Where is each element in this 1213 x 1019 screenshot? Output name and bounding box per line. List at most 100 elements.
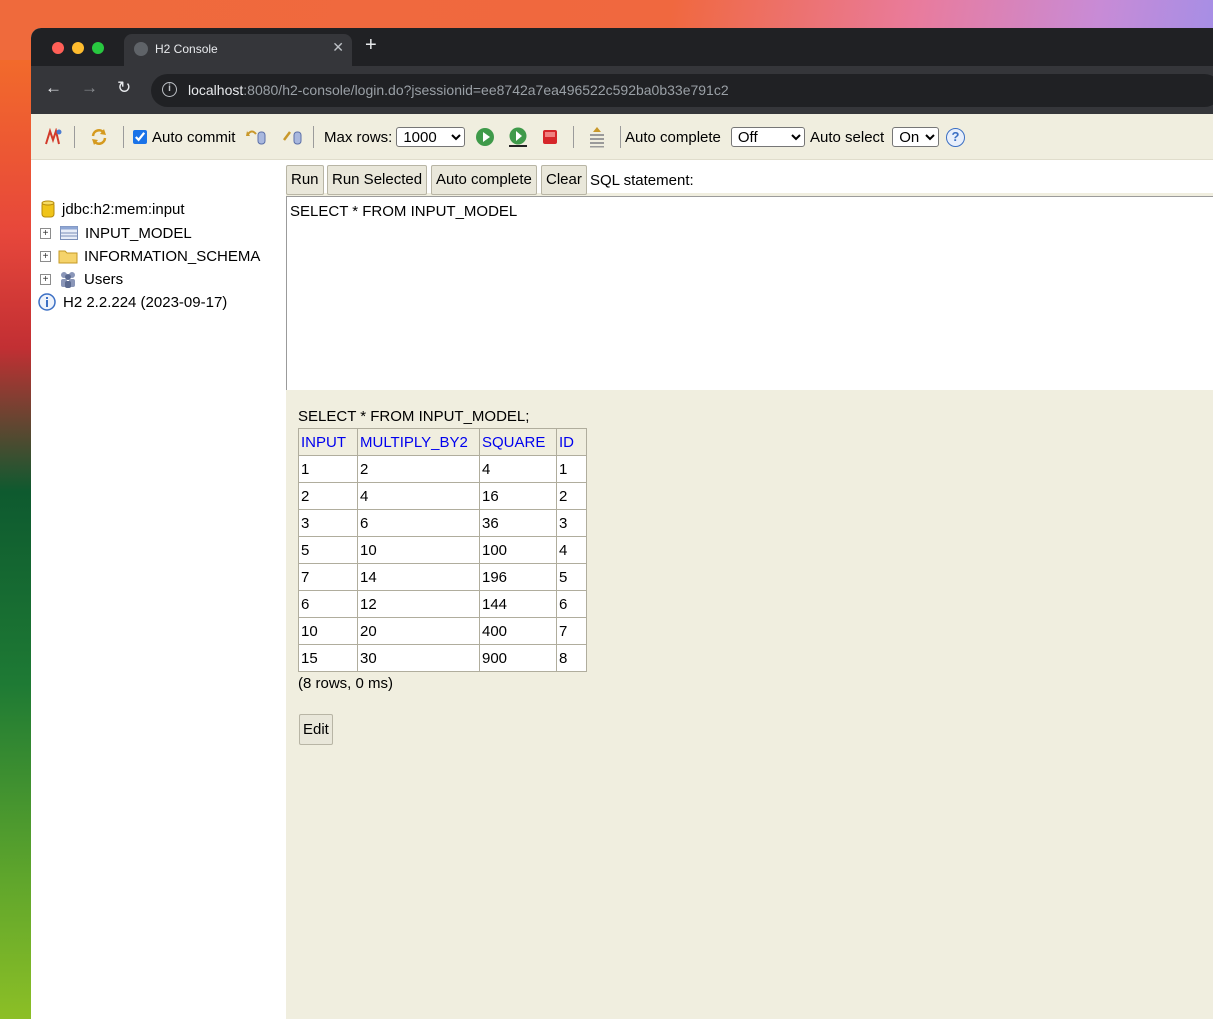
auto-select-select[interactable]: On [892,127,940,147]
run-selected-icon[interactable] [507,114,529,160]
h2-toolbar: Auto commit Max rows: 1000 Auto complete… [31,114,1213,160]
url-text[interactable]: localhost:8080/h2-console/login.do?jsess… [188,82,729,98]
run-button[interactable]: Run [286,165,324,195]
auto-select-label: Auto select [810,128,885,146]
tab-bar: H2 Console ✕ + [31,28,1213,66]
disconnect-icon[interactable] [43,114,63,160]
auto-complete-button[interactable]: Auto complete [431,165,537,195]
users-icon [61,272,75,288]
help-icon[interactable]: ? [946,114,965,160]
back-button[interactable]: ← [45,78,62,98]
expand-icon[interactable]: + [40,227,51,239]
auto-complete-select[interactable]: Off [730,127,805,147]
rollback-icon[interactable] [246,114,268,160]
result-table: INPUT MULTIPLY_BY2 SQUARE ID 1241 2 4 16 2 … [298,428,587,672]
table-cell: 7 [298,563,358,591]
executed-query: SELECT * FROM INPUT_MODEL; [298,408,530,425]
table-cell: 100 [479,536,557,564]
tree-version: H2 2.2.224 (2023-09-17) [38,291,227,313]
version-label: H2 2.2.224 (2023-09-17) [63,293,228,311]
globe-icon [134,42,148,56]
info-icon [38,293,56,311]
table-cell: 4 [357,482,480,510]
max-rows-select[interactable]: 1000 [396,127,466,147]
table-cell: 12 [357,590,480,618]
commit-icon[interactable] [282,114,304,160]
run-selected-button[interactable]: Run Selected [327,165,428,195]
table-cell: 196 [479,563,557,591]
tree-item-information-schema[interactable]: + INFORMATION_SCHEMA [40,245,260,267]
minimize-window-button[interactable] [72,42,84,54]
history-icon[interactable] [588,114,606,160]
main-panel: Run Run Selected Auto complete Clear SQL… [286,160,1213,1019]
address-bar[interactable]: i localhost:8080/h2-console/login.do?jse… [151,74,1213,107]
table-cell: 4 [556,536,587,564]
table-row: 2 4 16 2 [298,482,587,510]
sql-editor[interactable]: SELECT * FROM INPUT_MODEL [286,196,1213,390]
table-cell: 15 [298,644,358,672]
zoom-window-button[interactable] [92,42,104,54]
results-area: SELECT * FROM INPUT_MODEL; INPUT MULTIPL… [298,408,587,692]
table-cell: 10 [298,617,358,645]
desktop-wallpaper-left [0,60,32,1019]
table-cell: 5 [298,536,358,564]
tree-item-label: INFORMATION_SCHEMA [84,247,261,265]
tree-connection[interactable]: jdbc:h2:mem:input [41,198,185,220]
max-rows-label: Max rows: [324,128,393,146]
connection-label: jdbc:h2:mem:input [62,200,185,218]
table-cell: 14 [357,563,480,591]
table-cell: 1 [556,455,587,483]
table-row: 6 12 144 6 [298,590,587,618]
new-tab-button[interactable]: + [365,34,377,57]
table-row: 15 30 900 8 [298,644,587,672]
table-cell: 20 [357,617,480,645]
table-cell: 7 [556,617,587,645]
table-cell: 3 [556,509,587,537]
edit-button[interactable]: Edit [299,714,333,745]
auto-commit-checkbox[interactable] [133,130,147,144]
cancel-statement-icon[interactable] [542,114,558,160]
auto-commit-label: Auto commit [152,128,236,146]
table-cell: 4 [479,455,557,483]
tree-item-users[interactable]: + Users [40,268,123,290]
auto-commit-toggle: Auto commit [133,114,235,160]
column-header[interactable]: ID [556,428,587,456]
table-cell: 2 [357,455,480,483]
auto-complete-control: Auto complete Off [625,114,805,160]
auto-select-control: Auto select On [810,114,940,160]
column-header[interactable]: MULTIPLY_BY2 [357,428,480,456]
tab-h2-console[interactable]: H2 Console ✕ [124,34,352,66]
browser-window: H2 Console ✕ + ← → ↻ i localhost:8080/h2… [31,28,1213,1019]
row-count-summary: (8 rows, 0 ms) [298,675,394,692]
schema-tree: jdbc:h2:mem:input + INPUT_MODEL + INFORM… [31,160,286,1019]
close-window-button[interactable] [52,42,64,54]
sql-statement-label: SQL statement: [590,172,694,189]
column-header[interactable]: SQUARE [479,428,557,456]
clear-button[interactable]: Clear [541,165,587,195]
tree-item-input-model[interactable]: + INPUT_MODEL [40,222,192,244]
site-info-icon[interactable]: i [162,82,177,97]
table-row: 1241 [298,455,587,483]
table-cell: 1 [298,455,358,483]
table-cell: 2 [556,482,587,510]
max-rows-control: Max rows: 1000 [324,114,466,160]
table-row: 7 14 196 5 [298,563,587,591]
forward-button[interactable]: → [81,78,98,98]
table-row: 5 10 100 4 [298,536,587,564]
table-row: 10 20 400 7 [298,617,587,645]
table-cell: 6 [298,590,358,618]
table-cell: 6 [556,590,587,618]
refresh-icon[interactable] [89,114,109,160]
database-icon [41,200,55,218]
close-tab-icon[interactable]: ✕ [332,39,344,56]
run-icon[interactable] [475,114,495,160]
table-cell: 144 [479,590,557,618]
table-cell: 5 [556,563,587,591]
tree-item-label: INPUT_MODEL [85,224,192,242]
reload-button[interactable]: ↻ [117,78,131,98]
expand-icon[interactable]: + [40,250,51,262]
expand-icon[interactable]: + [40,273,51,285]
navigation-bar: ← → ↻ i localhost:8080/h2-console/login.… [31,66,1213,114]
table-cell: 8 [556,644,587,672]
column-header[interactable]: INPUT [298,428,358,456]
